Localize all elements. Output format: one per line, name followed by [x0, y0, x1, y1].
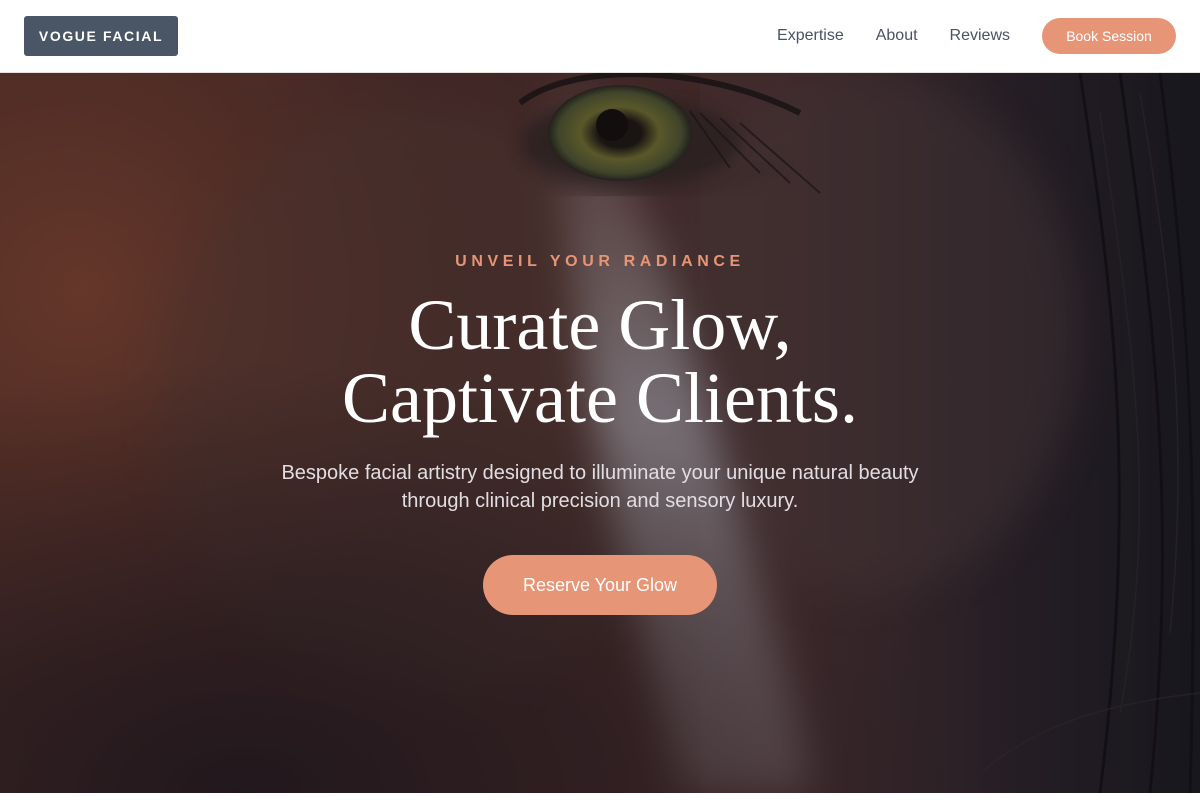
site-header: VOGUE FACIAL Expertise About Reviews Boo…	[0, 0, 1200, 73]
logo-text: VOGUE FACIAL	[38, 28, 164, 44]
hero-headline-line-1: Curate Glow,	[408, 285, 792, 365]
hero-content: UNVEIL YOUR RADIANCE Curate Glow, Captiv…	[0, 73, 1200, 793]
hero-section: UNVEIL YOUR RADIANCE Curate Glow, Captiv…	[0, 73, 1200, 793]
hero-headline-line-2: Captivate Clients.	[342, 358, 858, 438]
reserve-glow-button[interactable]: Reserve Your Glow	[483, 555, 717, 615]
hero-eyebrow: UNVEIL YOUR RADIANCE	[455, 253, 745, 270]
main-nav: Expertise About Reviews Book Session	[777, 0, 1176, 72]
nav-link-about[interactable]: About	[876, 27, 918, 45]
nav-link-expertise[interactable]: Expertise	[777, 27, 844, 45]
book-session-button[interactable]: Book Session	[1042, 18, 1176, 54]
hero-headline: Curate Glow, Captivate Clients.	[0, 289, 1200, 435]
logo[interactable]: VOGUE FACIAL	[24, 16, 178, 56]
hero-subtitle: Bespoke facial artistry designed to illu…	[281, 462, 919, 512]
nav-link-reviews[interactable]: Reviews	[950, 27, 1010, 45]
